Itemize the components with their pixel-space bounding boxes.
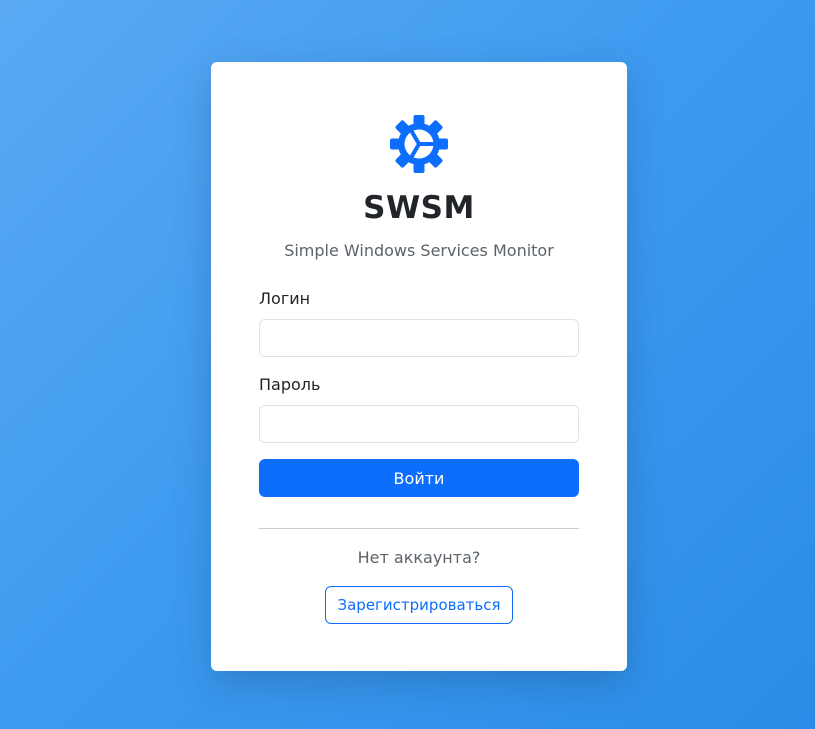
register-button[interactable]: Зарегистрироваться [325, 586, 513, 624]
app-title: SWSM [363, 190, 475, 226]
login-label: Логин [259, 289, 311, 308]
app-subtitle: Simple Windows Services Monitor [284, 241, 554, 260]
login-card: SWSM Simple Windows Services Monitor Лог… [211, 62, 627, 671]
divider [259, 528, 579, 529]
login-input[interactable] [259, 319, 579, 357]
password-input[interactable] [259, 405, 579, 443]
password-label: Пароль [259, 375, 321, 394]
no-account-text: Нет аккаунта? [357, 548, 481, 567]
gear-icon [390, 115, 448, 173]
login-button[interactable]: Войти [259, 459, 579, 497]
